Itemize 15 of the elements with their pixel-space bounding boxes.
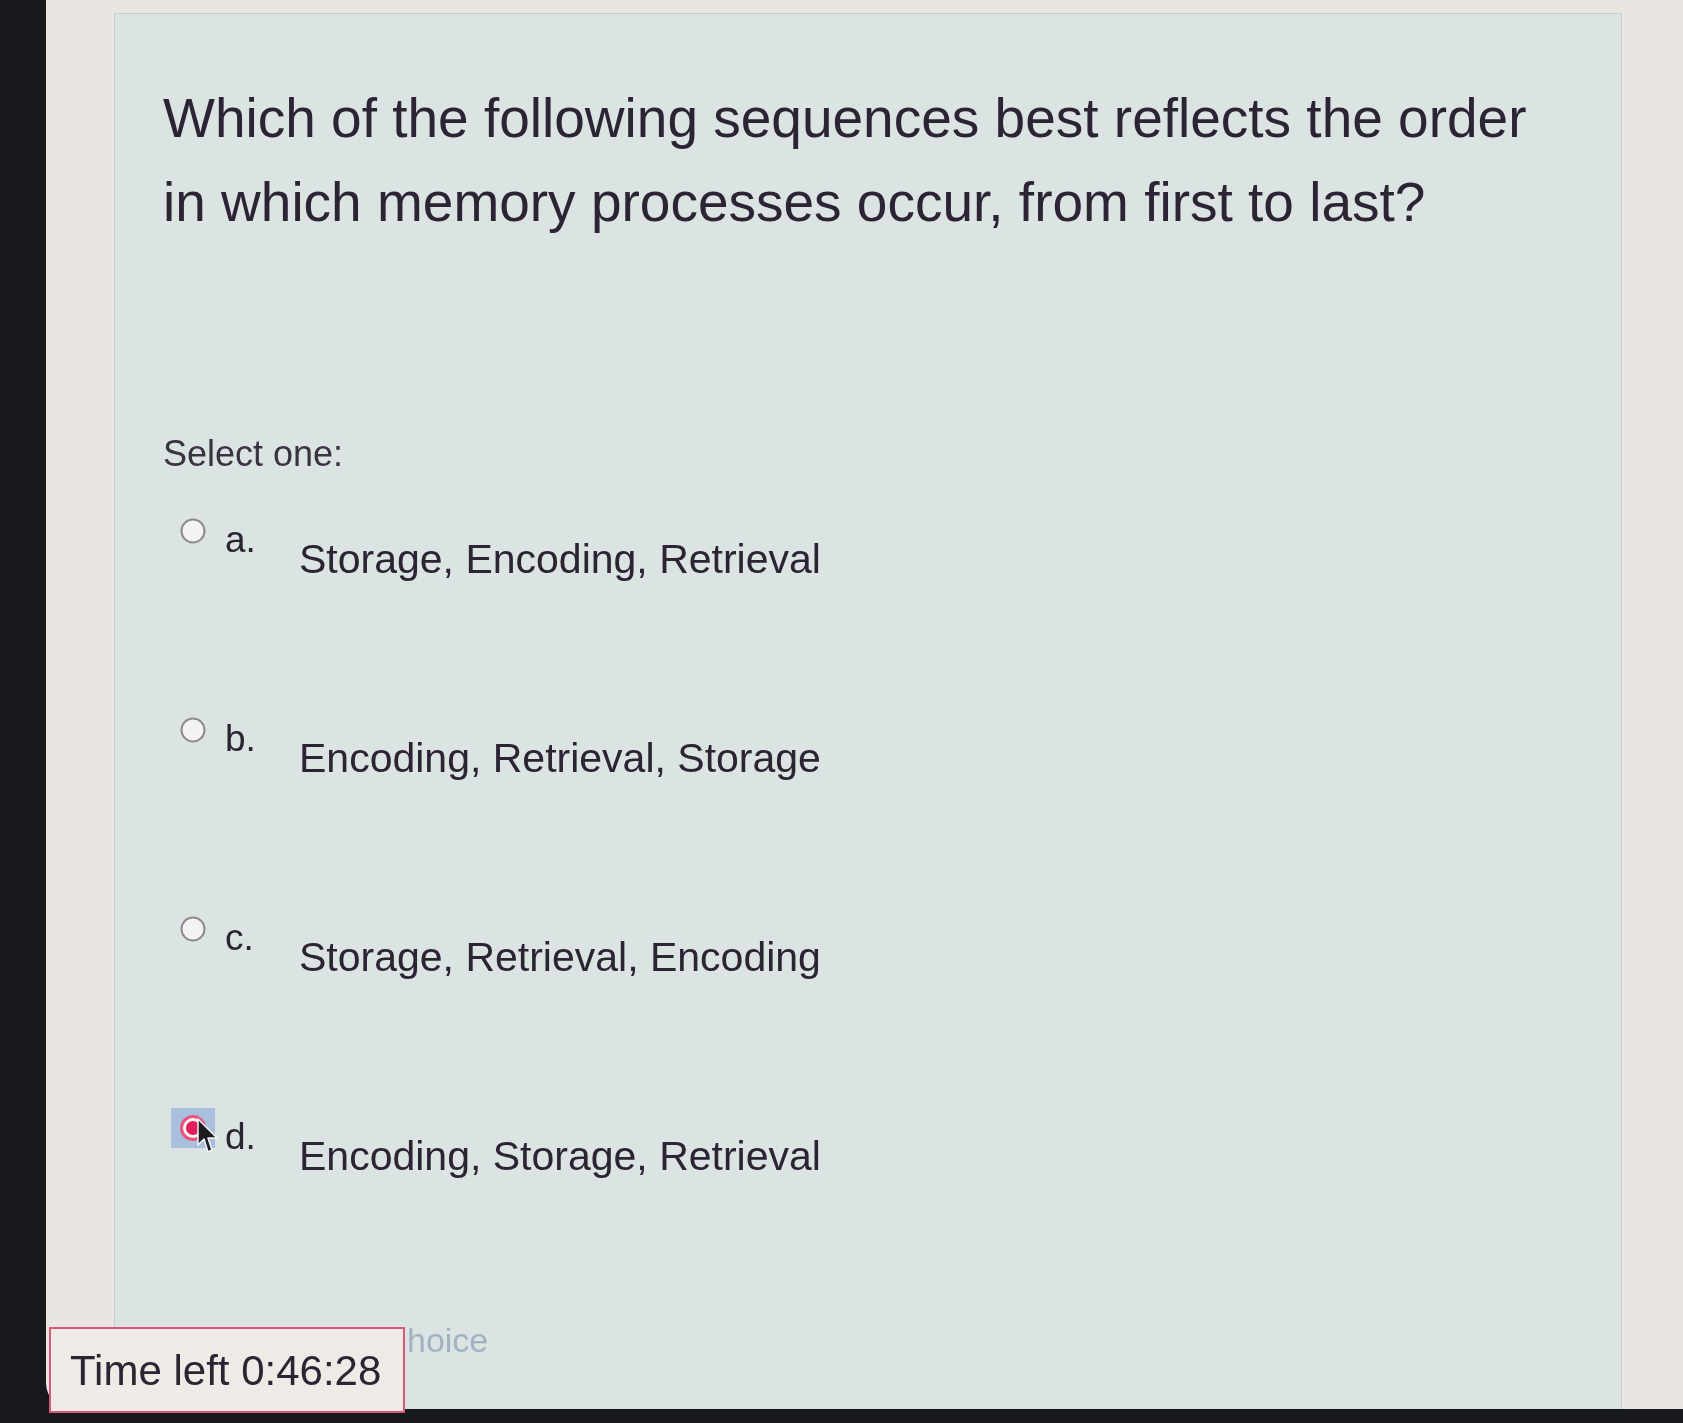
option-letter: a. bbox=[225, 518, 257, 562]
option-letter: d. bbox=[225, 1115, 257, 1159]
radio-icon[interactable] bbox=[180, 916, 206, 942]
question-text: Which of the following sequences best reflects the order in which memory processes occur, from first to last? bbox=[163, 86, 1528, 235]
radio-icon[interactable] bbox=[180, 717, 206, 743]
option-letter: b. bbox=[225, 717, 257, 761]
option-text[interactable]: Encoding, Retrieval, Storage bbox=[299, 734, 821, 782]
pointer-cursor-icon bbox=[197, 1118, 219, 1154]
option-text[interactable]: Storage, Encoding, Retrieval bbox=[299, 535, 821, 583]
option-text[interactable]: Storage, Retrieval, Encoding bbox=[299, 933, 821, 981]
radio-icon[interactable] bbox=[180, 518, 206, 544]
option-letter: c. bbox=[225, 916, 255, 960]
time-left-box: Time left 0:46:28 bbox=[49, 1327, 405, 1413]
select-one-label: Select one: bbox=[163, 434, 344, 474]
option-text[interactable]: Encoding, Storage, Retrieval bbox=[299, 1132, 821, 1180]
